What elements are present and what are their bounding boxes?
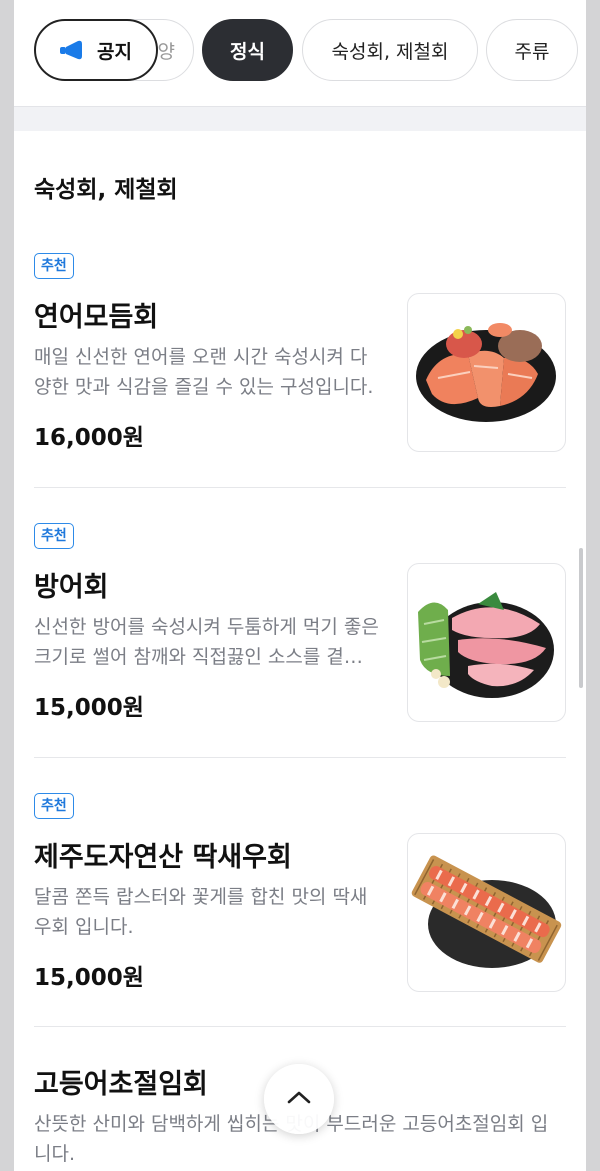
chevron-up-icon xyxy=(286,1089,312,1109)
menu-item-price: 15,000원 xyxy=(34,965,144,991)
tab-label: 주류 xyxy=(514,40,550,63)
menu-item[interactable]: 추천 연어모듬회 매일 신선한 연어를 오랜 시간 숙성시켜 다양한 맛과 식감… xyxy=(34,253,566,463)
menu-item[interactable]: 추천 방어회 신선한 방어를 숙성시켜 두툼하게 먹기 좋은 크기로 썰어 참깨… xyxy=(34,523,566,733)
tab-sashimi[interactable]: 숙성회, 제철회 xyxy=(302,19,478,81)
category-tab-bar: 양 공지 정식 숙성회, 제철회 주류 xyxy=(14,0,586,106)
notice-label: 공지 xyxy=(97,40,132,63)
megaphone-icon xyxy=(60,39,88,61)
menu-item-name: 고등어초절임회 xyxy=(34,1069,208,1100)
recommend-badge: 추천 xyxy=(34,793,74,819)
menu-item-name: 방어회 xyxy=(34,572,109,603)
menu-panel: 양 공지 정식 숙성회, 제철회 주류 숙성회, 제철회 추천 연어모듬회 매일… xyxy=(14,0,586,1171)
menu-item[interactable]: 추천 제주도자연산 딱새우회 달콤 쫀득 랍스터와 꽃게를 합친 맛의 딱새우회… xyxy=(34,793,566,1003)
shrimp-platter-icon xyxy=(407,833,566,992)
menu-item-description: 신선한 방어를 숙성시켜 두툼하게 먹기 좋은 크기로 썰어 참깨와 직접끓인 … xyxy=(34,616,379,668)
menu-item-price: 15,000원 xyxy=(34,695,144,721)
section-title: 숙성회, 제철회 xyxy=(34,177,178,203)
scroll-to-top-button[interactable] xyxy=(264,1064,334,1134)
menu-item-description: 달콤 쫀득 랍스터와 꽃게를 합친 맛의 딱새우회 입니다. xyxy=(34,886,368,938)
tab-label: 숙성회, 제철회 xyxy=(331,40,449,63)
tab-drinks[interactable]: 주류 xyxy=(486,19,578,81)
item-divider xyxy=(34,757,566,758)
menu-item-price: 16,000원 xyxy=(34,425,144,451)
scrollbar-thumb[interactable] xyxy=(579,548,583,688)
item-divider xyxy=(34,1026,566,1027)
salmon-platter-icon xyxy=(407,293,566,452)
recommend-badge: 추천 xyxy=(34,253,74,279)
menu-item-name: 제주도자연산 딱새우회 xyxy=(34,842,292,873)
recommend-badge: 추천 xyxy=(34,523,74,549)
tab-label: 정식 xyxy=(230,40,265,63)
menu-item-name: 연어모듬회 xyxy=(34,302,159,333)
menu-item-description: 매일 신선한 연어를 오랜 시간 숙성시켜 다양한 맛과 식감을 즐길 수 있는… xyxy=(34,346,374,398)
item-divider xyxy=(34,487,566,488)
yellowtail-platter-icon xyxy=(407,563,566,722)
section-spacer xyxy=(14,106,586,131)
notice-button[interactable]: 공지 xyxy=(34,19,158,81)
tab-jeongsik[interactable]: 정식 xyxy=(202,19,293,81)
